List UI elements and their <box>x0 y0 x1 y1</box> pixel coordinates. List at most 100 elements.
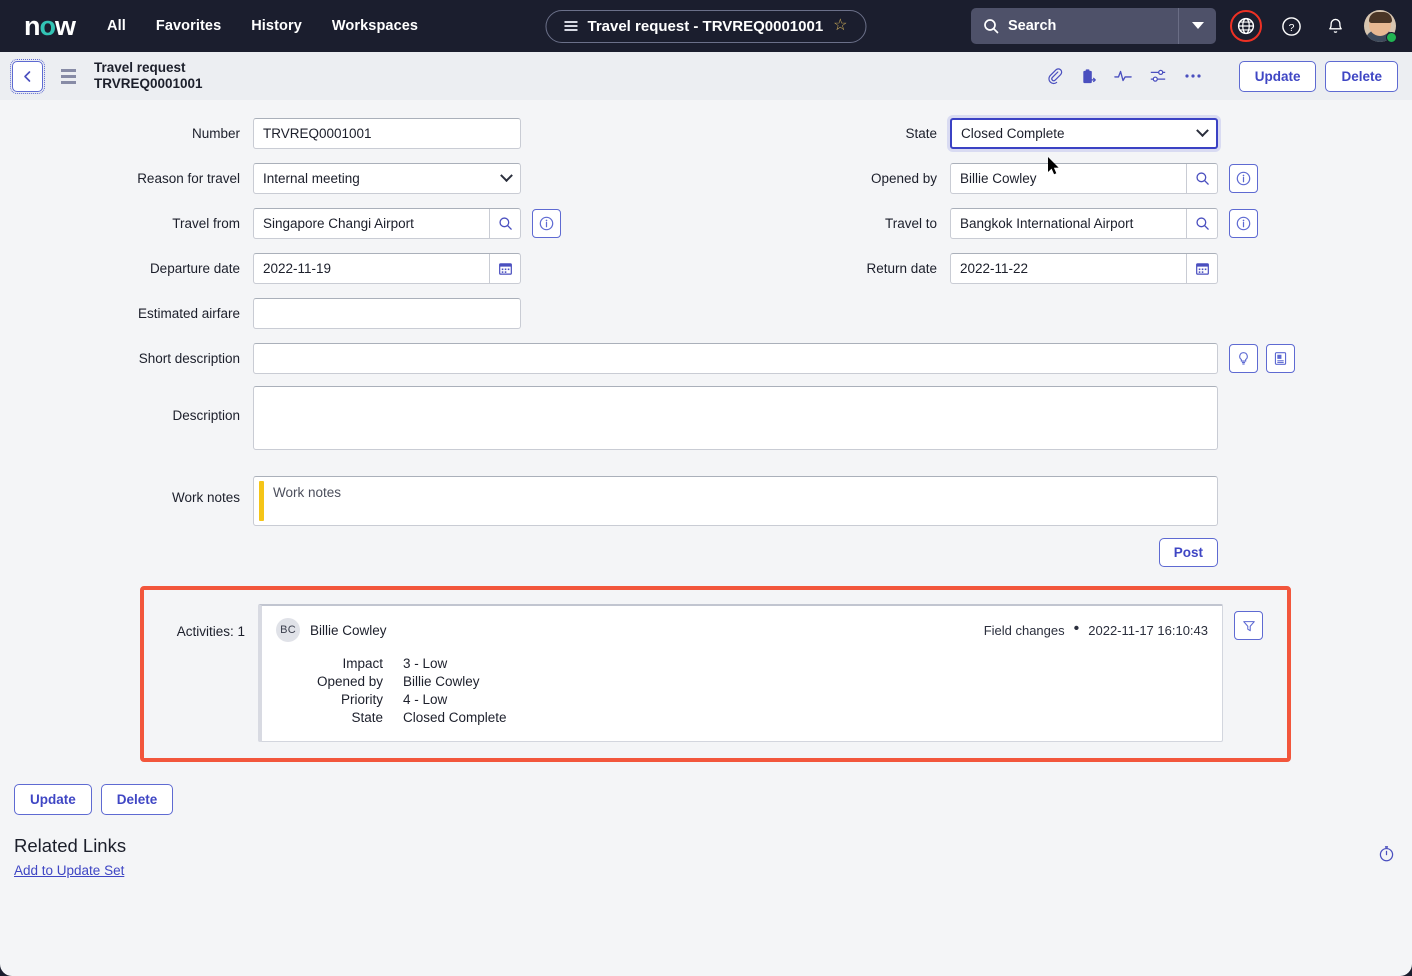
activity-header: BC Billie Cowley Field changes • 2022-11… <box>276 618 1208 642</box>
travel-from-reference-field[interactable]: Singapore Changi Airport <box>253 208 521 239</box>
opened-by-info-icon[interactable] <box>1229 164 1258 193</box>
label-travel-from: Travel from <box>172 216 240 231</box>
opened-by-value: Billie Cowley <box>960 171 1037 186</box>
reason-select-value: Internal meeting <box>263 171 360 186</box>
travel-to-lookup-search-icon[interactable] <box>1186 209 1217 238</box>
delete-button-top[interactable]: Delete <box>1325 60 1398 92</box>
footer-area: Update Delete Related Links Add to Updat… <box>0 762 1412 880</box>
chevron-down-icon <box>1196 124 1209 138</box>
label-number: Number <box>191 126 240 141</box>
nav-item-favorites[interactable]: Favorites <box>156 18 221 34</box>
description-textarea[interactable] <box>253 386 1218 450</box>
search-dropdown-toggle[interactable] <box>1178 8 1216 44</box>
lightbulb-suggestion-icon[interactable] <box>1229 344 1258 373</box>
copy-to-clipboard-icon[interactable] <box>1080 68 1097 85</box>
work-notes-input[interactable]: Work notes <box>253 476 1218 526</box>
opened-by-reference-field[interactable]: Billie Cowley <box>950 163 1218 194</box>
form-row-description: Description <box>0 386 1412 450</box>
servicenow-logo[interactable]: now <box>24 12 76 40</box>
short-description-input[interactable] <box>253 343 1218 374</box>
change-field-value: 3 - Low <box>403 656 448 671</box>
change-field-value: 4 - Low <box>403 692 448 707</box>
nav-item-history[interactable]: History <box>251 18 302 34</box>
number-input[interactable]: TRVREQ0001001 <box>253 118 521 149</box>
label-state: State <box>905 126 937 141</box>
record-title-pill[interactable]: Travel request - TRVREQ0001001 ☆ <box>545 9 867 43</box>
record-title: Travel request TRVREQ0001001 <box>94 60 203 93</box>
activity-author-avatar: BC <box>276 618 300 642</box>
reason-for-travel-select[interactable]: Internal meeting <box>253 163 521 194</box>
list-icon <box>564 21 578 31</box>
post-row: Post <box>0 538 1412 567</box>
departure-date-field[interactable]: 2022-11-19 <box>253 253 521 284</box>
activity-filter-icon[interactable] <box>1234 611 1263 640</box>
notifications-bell-icon[interactable] <box>1320 11 1350 41</box>
activity-change-row: Opened by Billie Cowley <box>276 673 1208 691</box>
return-date-value: 2022-11-22 <box>960 261 1029 276</box>
opened-by-lookup-search-icon[interactable] <box>1186 164 1217 193</box>
activity-author-name: Billie Cowley <box>310 622 387 638</box>
activity-pulse-icon[interactable] <box>1113 68 1132 84</box>
activity-change-row: State Closed Complete <box>276 709 1208 727</box>
travel-from-info-icon[interactable] <box>532 209 561 238</box>
travel-from-lookup-search-icon[interactable] <box>489 209 520 238</box>
form-row-dates: Departure date 2022-11-19 Return date 20… <box>0 253 1412 284</box>
search-input[interactable]: Search <box>1008 18 1178 34</box>
stopwatch-timer-icon[interactable] <box>1377 844 1396 868</box>
record-title-line1: Travel request <box>94 59 186 75</box>
work-notes-placeholder: Work notes <box>273 485 342 500</box>
label-description: Description <box>172 408 240 423</box>
update-button-bottom[interactable]: Update <box>14 784 92 815</box>
activities-count-label: Activities: 1 <box>176 624 245 639</box>
favorite-star-icon[interactable]: ☆ <box>833 18 847 34</box>
knowledge-article-icon[interactable] <box>1266 344 1295 373</box>
state-select[interactable]: Closed Complete <box>950 118 1218 149</box>
activity-meta: Field changes • 2022-11-17 16:10:43 <box>983 620 1208 638</box>
nav-item-all[interactable]: All <box>107 18 126 34</box>
activity-timestamp: 2022-11-17 16:10:43 <box>1088 622 1208 638</box>
form-menu-icon[interactable] <box>61 68 76 84</box>
user-avatar[interactable] <box>1364 10 1397 43</box>
attachment-paperclip-icon[interactable] <box>1046 67 1063 85</box>
label-estimated-airfare: Estimated airfare <box>137 306 240 321</box>
form-settings-sliders-icon[interactable] <box>1149 68 1167 84</box>
add-to-update-set-link[interactable]: Add to Update Set <box>14 863 124 878</box>
record-toolbar-actions: Update Delete <box>1046 60 1398 92</box>
label-opened-by: Opened by <box>870 171 937 186</box>
label-travel-to: Travel to <box>884 216 937 231</box>
travel-to-info-icon[interactable] <box>1229 209 1258 238</box>
post-button[interactable]: Post <box>1158 538 1218 567</box>
form-row-reason-openedby: Reason for travel Internal meeting Opene… <box>0 163 1412 194</box>
change-field-name: Opened by <box>316 674 383 689</box>
more-options-ellipsis-icon[interactable] <box>1184 73 1202 79</box>
travel-from-value: Singapore Changi Airport <box>263 216 414 231</box>
label-return-date: Return date <box>866 261 937 276</box>
top-right-actions: Search ? <box>971 8 1397 44</box>
search-icon <box>983 18 999 34</box>
form-row-work-notes: Work notes Work notes <box>0 476 1412 526</box>
estimated-airfare-input[interactable] <box>253 298 521 329</box>
return-date-field[interactable]: 2022-11-22 <box>950 253 1218 284</box>
activity-entry: BC Billie Cowley Field changes • 2022-11… <box>258 604 1223 742</box>
departure-date-calendar-icon[interactable] <box>489 254 520 283</box>
back-button[interactable] <box>10 58 45 94</box>
nav-item-workspaces[interactable]: Workspaces <box>332 18 418 34</box>
label-reason-for-travel: Reason for travel <box>137 171 240 186</box>
return-date-calendar-icon[interactable] <box>1186 254 1217 283</box>
change-field-name: Priority <box>340 692 383 707</box>
label-departure-date: Departure date <box>149 261 240 276</box>
form-row-short-description: Short description <box>0 343 1412 374</box>
globe-icon[interactable] <box>1230 10 1262 42</box>
update-button-top[interactable]: Update <box>1238 60 1317 92</box>
form-row-travel-from-to: Travel from Singapore Changi Airport Tra… <box>0 208 1412 239</box>
chevron-down-icon <box>500 169 513 183</box>
activities-section: Activities: 1 BC Billie Cowley Field cha… <box>140 586 1291 762</box>
change-field-value: Billie Cowley <box>403 674 480 689</box>
departure-date-value: 2022-11-19 <box>263 261 332 276</box>
travel-to-reference-field[interactable]: Bangkok International Airport <box>950 208 1218 239</box>
help-icon[interactable]: ? <box>1276 11 1306 41</box>
record-title-line2: TRVREQ0001001 <box>94 76 203 91</box>
delete-button-bottom[interactable]: Delete <box>100 784 174 815</box>
global-search[interactable]: Search <box>971 8 1216 44</box>
change-field-name: Impact <box>342 656 383 671</box>
